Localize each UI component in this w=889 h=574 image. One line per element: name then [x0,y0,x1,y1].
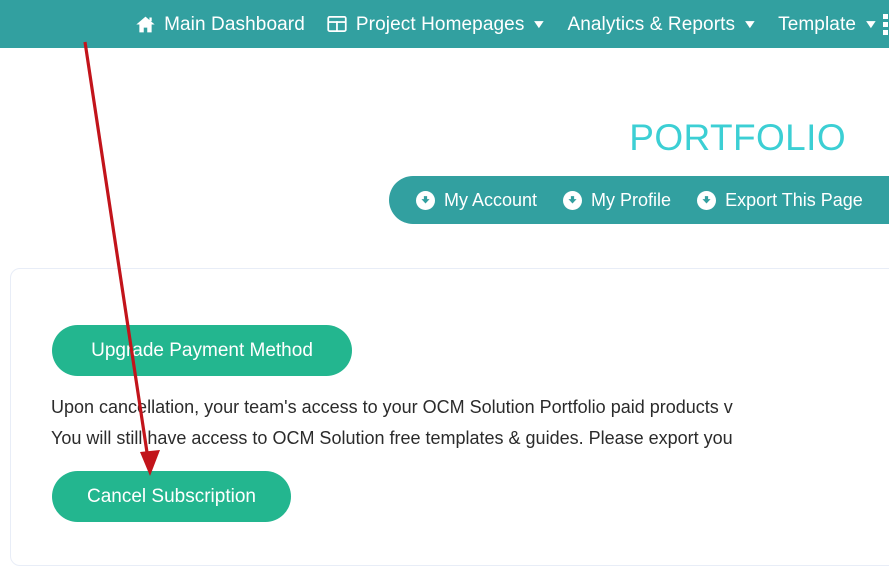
nav-item-project-homepages[interactable]: Project Homepages ▼ [327,13,548,35]
nav-item-analytics-reports-label: Analytics & Reports [567,13,736,35]
cancel-subscription-button[interactable]: Cancel Subscription [52,471,291,522]
top-navigation-bar: Main Dashboard Project Homepages ▼ Analy… [0,0,889,48]
chevron-down-icon: ▼ [742,17,759,31]
cancellation-description: Upon cancellation, your team's access to… [51,392,889,454]
action-my-account[interactable]: My Account [416,190,538,210]
action-my-account-label: My Account [444,190,538,210]
upgrade-payment-method-button[interactable]: Upgrade Payment Method [52,325,352,376]
grid-icon [327,14,348,35]
nav-item-main-dashboard-label: Main Dashboard [164,13,305,35]
download-circle-icon [697,190,717,210]
nav-item-template-label: Template [778,13,857,35]
account-action-bar: My Account My Profile Export This Page [389,176,889,224]
cancellation-description-line-1: Upon cancellation, your team's access to… [51,397,733,417]
action-my-profile[interactable]: My Profile [563,190,672,210]
nav-item-project-homepages-label: Project Homepages [355,13,525,35]
chevron-down-icon: ▼ [862,17,880,31]
nav-item-main-dashboard[interactable]: Main Dashboard [135,14,305,35]
download-circle-icon [416,190,435,210]
download-circle-icon [563,190,583,210]
home-icon [135,14,156,35]
page-root: Main Dashboard Project Homepages ▼ Analy… [0,0,889,574]
action-my-profile-label: My Profile [591,190,672,210]
action-export-this-page-label: Export This Page [725,190,863,210]
page-title: PORTFOLIO [629,117,846,158]
nav-item-template[interactable]: Template ▼ [778,13,880,35]
action-export-this-page[interactable]: Export This Page [697,190,863,210]
chevron-down-icon: ▼ [531,17,548,31]
nav-item-analytics-reports[interactable]: Analytics & Reports ▼ [567,13,759,35]
cancellation-description-line-2: You will still have access to OCM Soluti… [51,428,733,448]
